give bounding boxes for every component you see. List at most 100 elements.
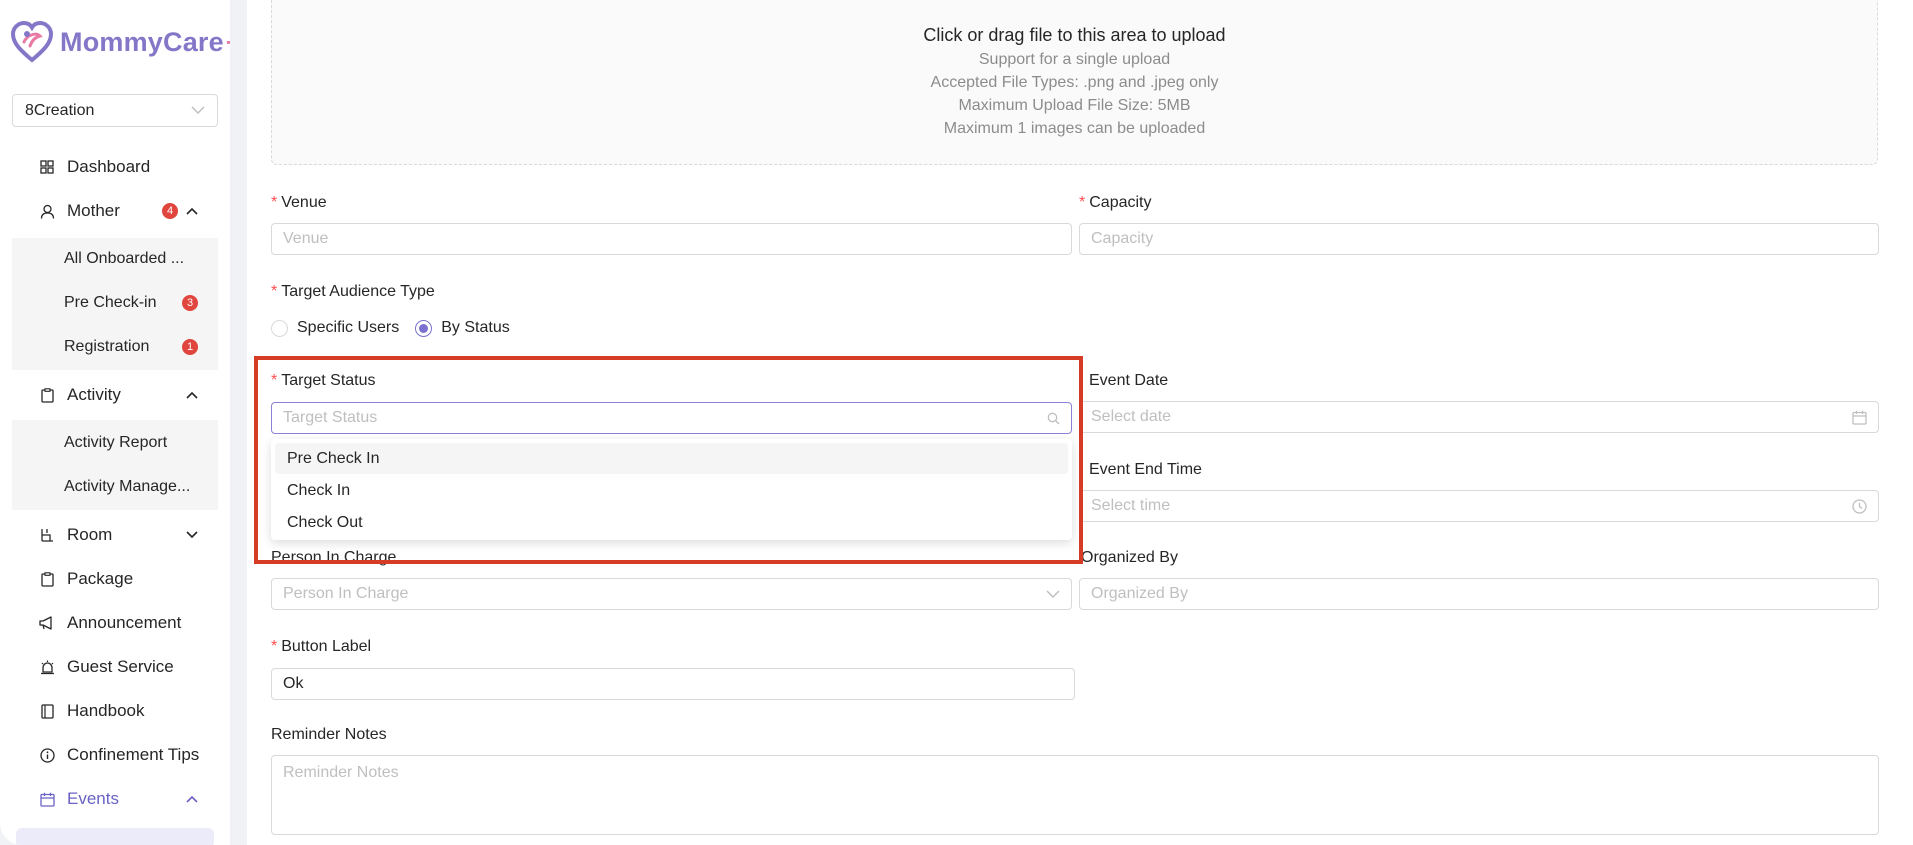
- package-icon: [39, 571, 55, 587]
- capacity-placeholder: Capacity: [1091, 230, 1154, 247]
- chevron-down-icon: [1046, 589, 1060, 599]
- radio-label-specific-users[interactable]: Specific Users: [297, 319, 399, 337]
- sidebar-item-registration[interactable]: Registration 1: [12, 327, 218, 367]
- target-audience-type-radio-group: Specific Users By Status: [271, 319, 526, 337]
- event-end-time-picker[interactable]: Select time: [1079, 490, 1879, 522]
- calendar-icon: [39, 791, 55, 807]
- venue-placeholder: Venue: [283, 230, 329, 247]
- sidebar-item-mother[interactable]: Mother 4: [12, 191, 218, 231]
- radio-label-by-status[interactable]: By Status: [441, 319, 509, 337]
- organization-select[interactable]: 8Creation: [12, 94, 218, 127]
- dropdown-option-check-out[interactable]: Check Out: [275, 507, 1068, 538]
- dropdown-option-pre-check-in[interactable]: Pre Check In: [275, 443, 1068, 474]
- button-label-value: Ok: [283, 675, 304, 692]
- app-name: MommyCare: [60, 26, 224, 57]
- app-name-suffix: +: [226, 27, 230, 58]
- sidebar-item-label: Dashboard: [67, 157, 151, 176]
- upload-hint: Maximum Upload File Size: 5MB: [958, 97, 1191, 114]
- notification-badge: 3: [182, 295, 198, 311]
- person-in-charge-placeholder: Person In Charge: [283, 585, 409, 602]
- sidebar-item-label: Package: [67, 569, 134, 588]
- person-in-charge-select[interactable]: Person In Charge: [271, 578, 1072, 610]
- reminder-notes-label: Reminder Notes: [271, 726, 387, 743]
- event-date-placeholder: Select date: [1091, 408, 1172, 425]
- chevron-down-icon: [186, 528, 198, 542]
- chevron-up-icon: [186, 388, 198, 402]
- sidebar-item-events[interactable]: Events: [12, 779, 218, 819]
- bell-icon: [39, 659, 55, 675]
- upload-hint: Maximum 1 images can be uploaded: [943, 120, 1206, 137]
- sidebar: MommyCare+ 8Creation Dashboard Mother 4 …: [0, 0, 230, 845]
- calendar-icon: [1852, 410, 1867, 425]
- sidebar-item-activity[interactable]: Activity: [12, 375, 218, 415]
- organized-by-input[interactable]: Organized By: [1079, 578, 1879, 610]
- sidebar-item-dashboard[interactable]: Dashboard: [12, 147, 218, 187]
- user-icon: [39, 203, 55, 219]
- venue-label: * Venue: [271, 194, 327, 211]
- sidebar-item-label: Pre Check-in: [64, 294, 157, 311]
- sidebar-item-label: Confinement Tips: [67, 745, 200, 764]
- chevron-down-icon: [191, 104, 205, 118]
- chevron-up-icon: [186, 792, 198, 806]
- dropdown-option-check-in[interactable]: Check In: [275, 475, 1068, 506]
- upload-hint: Accepted File Types: .png and .jpeg only: [930, 74, 1219, 91]
- room-icon: [39, 527, 55, 543]
- clock-icon: [1852, 498, 1867, 514]
- clipboard-icon: [39, 387, 55, 403]
- radio-specific-users[interactable]: [271, 319, 288, 337]
- book-icon: [39, 703, 55, 719]
- notification-badge: 1: [182, 339, 198, 355]
- sidebar-item-label: Handbook: [67, 701, 145, 720]
- notification-badge: 4: [162, 203, 178, 219]
- sidebar-item-label: Guest Service: [67, 657, 174, 676]
- event-date-label: Event Date: [1089, 372, 1169, 389]
- sidebar-item-label: Mother: [67, 201, 120, 220]
- megaphone-icon: [39, 615, 55, 631]
- target-status-select[interactable]: Target Status: [271, 402, 1072, 434]
- button-label-label: * Button Label: [271, 638, 372, 655]
- sidebar-item-all-onboarded[interactable]: All Onboarded ...: [12, 239, 218, 279]
- target-status-dropdown: Pre Check In Check In Check Out: [271, 439, 1072, 540]
- organized-by-label: Organized By: [1081, 549, 1178, 566]
- target-audience-type-label: * Target Audience Type: [271, 283, 435, 300]
- event-end-time-placeholder: Select time: [1091, 497, 1171, 514]
- logo-heart-icon: [10, 20, 54, 63]
- venue-input[interactable]: Venue: [271, 223, 1072, 255]
- sidebar-item-guest-service[interactable]: Guest Service: [12, 647, 218, 687]
- sidebar-item-label: Activity Report: [64, 434, 168, 451]
- chevron-up-icon: [186, 204, 198, 218]
- app-logo[interactable]: MommyCare+: [10, 20, 230, 64]
- event-date-picker[interactable]: Select date: [1079, 401, 1879, 433]
- sidebar-item-label: Activity: [67, 385, 121, 404]
- sidebar-item-handbook[interactable]: Handbook: [12, 691, 218, 731]
- upload-title: Click or drag file to this area to uploa…: [923, 25, 1226, 45]
- reminder-notes-placeholder: Reminder Notes: [283, 764, 399, 781]
- target-status-label: * Target Status: [271, 372, 376, 389]
- dashboard-icon: [39, 159, 55, 175]
- organization-select-value: 8Creation: [25, 101, 95, 119]
- person-in-charge-label: Person In Charge: [271, 549, 397, 566]
- capacity-input[interactable]: Capacity: [1079, 223, 1879, 255]
- sidebar-item-label: Events: [67, 789, 119, 808]
- sidebar-item-label: Room: [67, 525, 113, 544]
- image-upload-dropzone[interactable]: Click or drag file to this area to uploa…: [271, 0, 1878, 165]
- organized-by-placeholder: Organized By: [1091, 585, 1188, 602]
- capacity-label: * Capacity: [1079, 194, 1152, 211]
- reminder-notes-textarea[interactable]: Reminder Notes: [271, 755, 1879, 835]
- button-label-input[interactable]: Ok: [271, 668, 1075, 700]
- sidebar-item-confinement-tips[interactable]: Confinement Tips: [12, 735, 218, 775]
- sidebar-item-activity-management[interactable]: Activity Manage...: [12, 467, 218, 507]
- search-icon: [1047, 412, 1060, 425]
- event-end-time-label: Event End Time: [1089, 461, 1202, 478]
- sidebar-item-pre-check-in[interactable]: Pre Check-in 3: [12, 283, 218, 323]
- sidebar-item-label: All Onboarded ...: [64, 250, 185, 267]
- sidebar-item-announcement[interactable]: Announcement: [12, 603, 218, 643]
- sidebar-item-room[interactable]: Room: [12, 515, 218, 555]
- upload-hint: Support for a single upload: [978, 51, 1171, 68]
- sidebar-item-label: Announcement: [67, 613, 182, 632]
- radio-by-status[interactable]: [415, 319, 433, 337]
- sidebar-item-package[interactable]: Package: [12, 559, 218, 599]
- active-submenu-indicator: [16, 828, 214, 845]
- info-icon: [39, 747, 55, 763]
- sidebar-item-activity-report[interactable]: Activity Report: [12, 423, 218, 463]
